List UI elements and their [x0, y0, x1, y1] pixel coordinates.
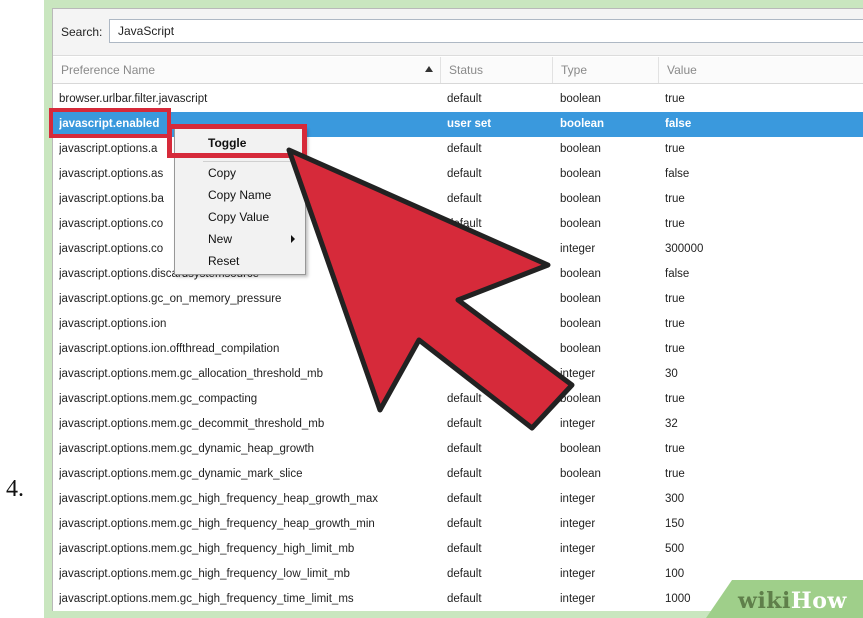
logo-wiki-text: wiki [738, 588, 791, 614]
logo-how-text: How [790, 588, 847, 614]
wikihow-logo: wikiHow [738, 588, 847, 614]
red-arrow-pointer-icon [286, 147, 575, 431]
